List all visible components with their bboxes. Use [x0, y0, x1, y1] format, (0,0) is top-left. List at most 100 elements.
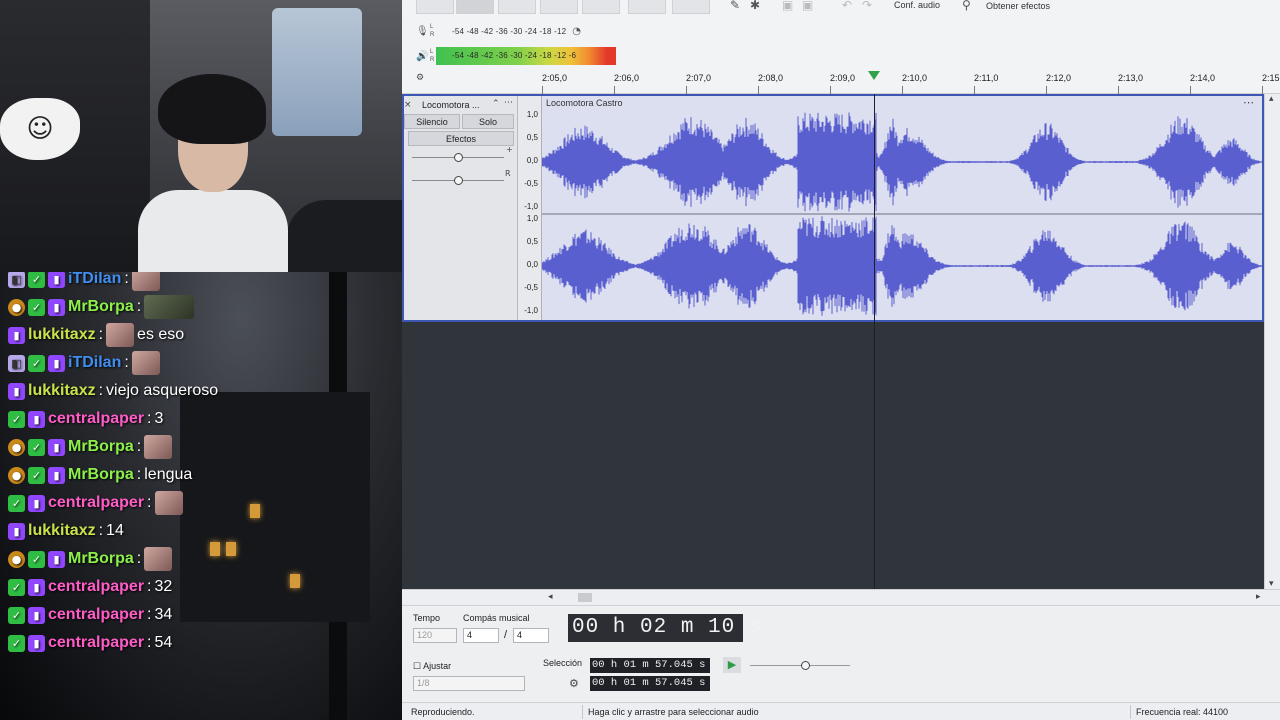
chat-message: ✓ ▮ centralpaper:3: [8, 406, 163, 432]
stop-button[interactable]: [416, 0, 454, 14]
trim-icon[interactable]: ▣: [782, 0, 793, 12]
record-button[interactable]: [498, 0, 536, 14]
status-sample-rate: Frecuencia real: 44100: [1136, 707, 1229, 717]
timeline-tick: [686, 86, 687, 94]
collapse-track-icon[interactable]: ⌃: [492, 99, 500, 109]
multi-tool-icon[interactable]: ✱: [750, 0, 760, 12]
play-speed-slider-track[interactable]: [750, 665, 850, 666]
snap-checkbox[interactable]: ☐ Ajustar: [413, 661, 451, 672]
chat-emote: [144, 435, 173, 459]
chat-text: 3: [154, 410, 164, 427]
chat-message: ✓ ▮ centralpaper:32: [8, 574, 172, 600]
bits-badge-icon: ●: [8, 466, 25, 484]
punch-button[interactable]: [672, 0, 710, 14]
timeline-tick: [1118, 86, 1119, 94]
solo-button[interactable]: Solo: [462, 114, 514, 129]
chat-text: lengua: [144, 466, 193, 483]
skip-start-button[interactable]: [540, 0, 578, 14]
close-track-icon[interactable]: ×: [404, 100, 412, 110]
bits-badge-icon: ●: [8, 438, 25, 456]
chat-emote: [131, 272, 160, 291]
chat-message: ● ✓ ▮ MrBorpa: lengua: [8, 462, 192, 488]
chat-emote: [144, 295, 195, 319]
chat-message: ◧ ✓ ▮ iTDilan:: [8, 350, 160, 376]
mute-button[interactable]: Silencio: [404, 114, 460, 129]
timeline-tick-label: 2:11,0: [974, 73, 999, 83]
timeline-settings-icon[interactable]: ⚙: [416, 73, 424, 83]
meter-options-icon[interactable]: ◔: [572, 26, 584, 37]
chat-username: iTDilan: [68, 272, 122, 287]
twitch-badge-icon: ▮: [48, 466, 65, 484]
bits-badge-icon: ●: [8, 298, 25, 316]
undo-icon[interactable]: ↶: [842, 0, 852, 12]
snap-select[interactable]: 1/8: [413, 676, 525, 691]
tempo-input[interactable]: 120: [413, 628, 457, 643]
microphone-icon: 🎙: [416, 25, 429, 37]
audio-setup-button[interactable]: Conf. audio: [894, 0, 940, 10]
time-signature-label: Compás musical: [463, 613, 530, 623]
play-at-speed-button[interactable]: ▶: [723, 657, 741, 673]
chat-username: MrBorpa: [68, 466, 134, 483]
scroll-down-icon[interactable]: ▾: [1269, 579, 1274, 589]
timeline-tick: [1262, 86, 1263, 94]
time-signature-denominator[interactable]: 4: [513, 628, 549, 643]
verified-badge-icon: ✓: [8, 606, 25, 624]
chat-message: ✓ ▮ centralpaper:54: [8, 630, 172, 656]
play-speed-slider-handle[interactable]: [801, 661, 810, 670]
time-signature-numerator[interactable]: 4: [463, 628, 499, 643]
twitch-badge-icon: ▮: [28, 634, 45, 652]
amplitude-label: 1,0: [526, 110, 538, 119]
chat-message: ● ✓ ▮ MrBorpa:: [8, 294, 195, 320]
playback-meter[interactable]: 🔊 LR: [416, 47, 438, 65]
verified-badge-icon: ✓: [8, 578, 25, 596]
scroll-left-icon[interactable]: ◂: [548, 592, 553, 602]
selection-start-time[interactable]: 00 h 01 m 57.045 s: [590, 658, 710, 673]
timeline-tick: [1190, 86, 1191, 94]
playhead-marker[interactable]: [868, 71, 880, 80]
waveform-clip[interactable]: Locomotora Castro ⋯: [542, 96, 1262, 320]
draw-tool-icon[interactable]: ✎: [730, 0, 740, 12]
verified-badge-icon: ✓: [28, 354, 45, 372]
amplitude-scale: 1,0 0,5 0,0 -0,5 -1,0 1,0 0,5 0,0 -0,5 -1,0: [518, 96, 542, 320]
record-meter[interactable]: 🎙 LR -54 -48 -42 -36 -30 -24 -18 -12 ◔: [416, 22, 584, 40]
loop-button[interactable]: [628, 0, 666, 14]
timeline-ruler[interactable]: ⚙ 2:05,0 2:06,0 2:07,0 2:08,0 2:09,0 2:10,0 2:…: [402, 68, 1280, 94]
chat-emote: [106, 323, 135, 347]
redo-icon[interactable]: ↷: [862, 0, 872, 12]
verified-badge-icon: ✓: [28, 466, 45, 484]
get-effects-button[interactable]: Obtener efectos: [986, 1, 1050, 11]
status-state: Reproduciendo.: [411, 707, 475, 717]
timeline-tick-label: 2:06,0: [614, 73, 640, 83]
track-area[interactable]: × Locomotora ... ⌃ ⋯ Silencio Solo Efect…: [402, 94, 1264, 589]
track-name[interactable]: Locomotora ...: [422, 100, 480, 110]
selection-settings-icon[interactable]: ⚙: [569, 677, 579, 690]
horizontal-scrollbar[interactable]: ◂ ▸: [402, 589, 1280, 605]
pan-slider-handle[interactable]: [454, 176, 463, 185]
background-haunted-house: [180, 392, 370, 622]
scroll-right-icon[interactable]: ▸: [1256, 592, 1261, 602]
clip-menu-icon[interactable]: ⋯: [1243, 96, 1254, 109]
selection-end-time[interactable]: 00 h 01 m 57.045 s: [590, 676, 710, 691]
audio-track[interactable]: × Locomotora ... ⌃ ⋯ Silencio Solo Efect…: [402, 94, 1264, 322]
verified-badge-icon: ✓: [28, 298, 45, 316]
chat-message: ▮ lukkitaxz:14: [8, 518, 124, 544]
waveform[interactable]: [542, 110, 1262, 320]
track-menu-icon[interactable]: ⋯: [504, 98, 513, 108]
verified-badge-icon: ✓: [28, 438, 45, 456]
skip-end-button[interactable]: [582, 0, 620, 14]
clip-title[interactable]: Locomotora Castro: [546, 98, 623, 108]
amplitude-label: 0,0: [526, 260, 538, 269]
horizontal-scroll-thumb[interactable]: [578, 593, 592, 602]
subscriber-badge-icon: ◧: [8, 354, 25, 372]
playback-meter-scale: -54 -48 -42 -36 -30 -24 -18 -12 -6: [452, 51, 577, 60]
effects-button[interactable]: Efectos: [408, 131, 514, 146]
gain-slider-handle[interactable]: [454, 153, 463, 162]
time-display[interactable]: 00 h 02 m 10 s: [568, 614, 761, 642]
play-button[interactable]: [456, 0, 494, 14]
chat-username: centralpaper: [48, 606, 145, 623]
silence-icon[interactable]: ▣: [802, 0, 813, 12]
vertical-scrollbar[interactable]: ▴ ▾: [1264, 94, 1280, 589]
twitch-badge-icon: ▮: [28, 410, 45, 428]
timeline-tick: [902, 86, 903, 94]
scroll-up-icon[interactable]: ▴: [1269, 94, 1274, 104]
